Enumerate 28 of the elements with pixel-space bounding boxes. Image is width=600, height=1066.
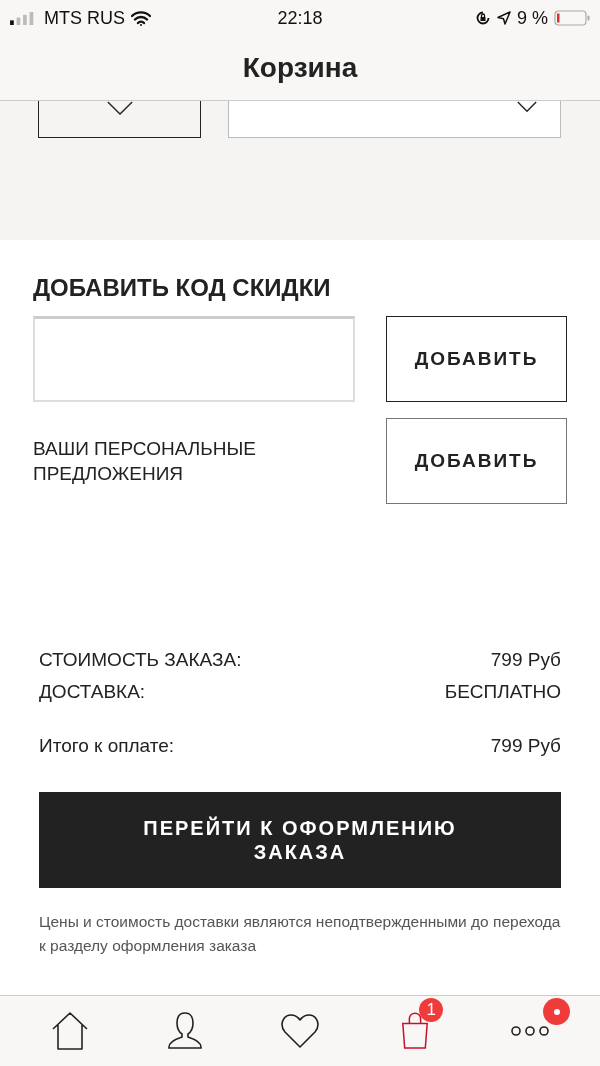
carrier-name: MTS RUS xyxy=(44,7,125,29)
summary-label: СТОИМОСТЬ ЗАКАЗА: xyxy=(39,648,242,672)
wishlist-button[interactable] xyxy=(38,101,201,138)
summary-label: ДОСТАВКА: xyxy=(39,680,146,704)
checkout-button[interactable]: ПЕРЕЙТИ К ОФОРМЛЕНИЮ ЗАКАЗА xyxy=(39,792,561,888)
summary-value: БЕСПЛАТНО xyxy=(444,680,561,704)
bag-tab[interactable]: 1 xyxy=(373,998,458,1064)
clock-time: 22:18 xyxy=(277,7,323,29)
summary-value: 799 Руб xyxy=(490,734,561,758)
summary-label: Итого к оплате: xyxy=(39,734,175,758)
page-title: Корзина xyxy=(242,52,358,84)
more-icon xyxy=(510,1025,551,1037)
chevron-down-icon xyxy=(516,101,538,114)
chevron-down-icon xyxy=(105,101,134,116)
battery-icon xyxy=(554,10,590,26)
heart-icon xyxy=(279,1013,320,1049)
battery-percent: 9 % xyxy=(516,7,548,29)
add-button[interactable]: ДОБАВИТЬ xyxy=(386,316,567,402)
offers-label: ВАШИ ПЕРСОНАЛЬНЫЕ ПРЕДЛОЖЕНИЯ xyxy=(33,437,257,486)
wifi-icon xyxy=(131,10,151,26)
discount-code-field[interactable] xyxy=(33,316,355,402)
add-button[interactable]: ДОБАВИТЬ xyxy=(386,418,567,504)
section-heading: ДОБАВИТЬ КОД СКИДКИ xyxy=(33,274,332,302)
location-arrow-icon xyxy=(496,11,511,25)
count-badge: 1 xyxy=(419,998,444,1022)
disclaimer-text: Цены и стоимость доставки являются неподтвержденными до перехода к разделу оформления заказа xyxy=(39,912,561,956)
rotation-lock-icon xyxy=(474,10,491,26)
summary-value: 799 Руб xyxy=(490,648,561,672)
